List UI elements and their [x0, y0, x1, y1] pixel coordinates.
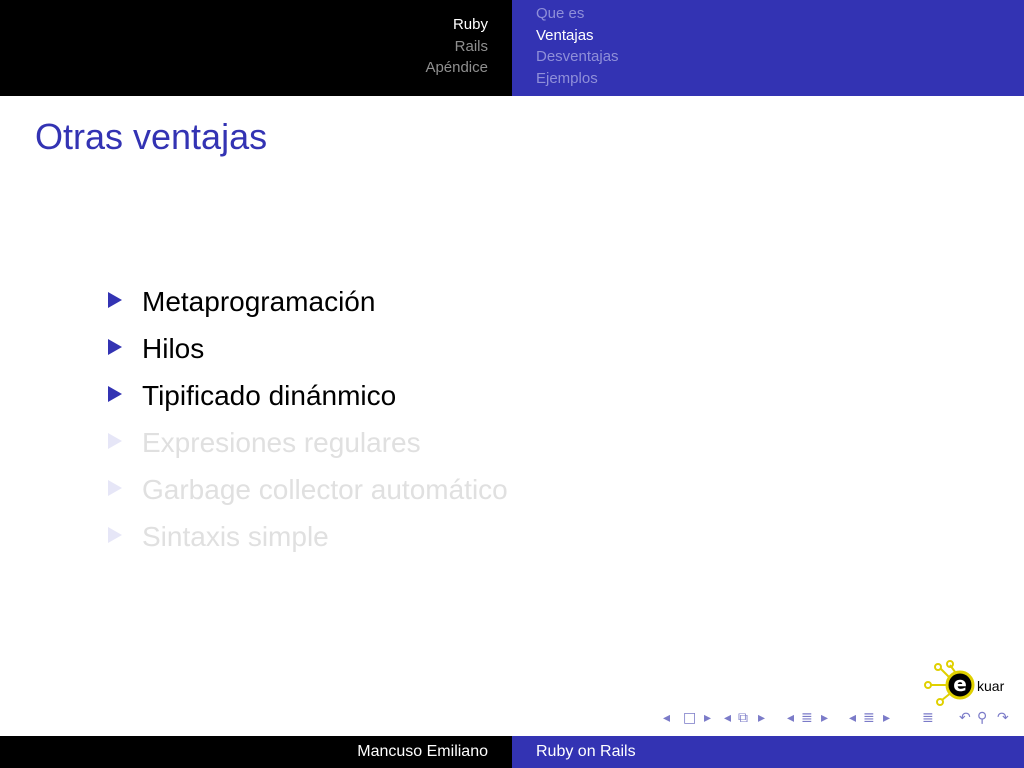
nav-first-frame-icon[interactable]: ◂ — [663, 710, 670, 726]
section-nav: Ruby Rails Apéndice — [0, 0, 512, 96]
subsection-ejemplos[interactable]: Ejemplos — [536, 68, 598, 89]
nav-prev-part-icon[interactable]: ◂ — [849, 710, 856, 726]
nav-next-subsection-icon[interactable]: ▸ — [758, 710, 765, 726]
footer-author: Mancuso Emiliano — [357, 743, 488, 760]
ekuar-logo: e kuar — [924, 660, 1005, 706]
nav-next-frame-icon[interactable]: ▸ — [704, 710, 711, 726]
nav-forward-icon[interactable]: ↷ — [997, 710, 1009, 726]
subsection-que-es[interactable]: Que es — [536, 3, 584, 24]
section-apendice[interactable]: Apéndice — [425, 57, 488, 78]
bullet-triangle-icon — [108, 339, 122, 355]
footer-author-box: Mancuso Emiliano — [0, 736, 512, 768]
list-item-text: Sintaxis simple — [142, 521, 329, 552]
logo-text: kuar — [977, 678, 1005, 694]
bullet-triangle-icon — [108, 386, 122, 402]
header-bar: Ruby Rails Apéndice Que es Ventajas Desv… — [0, 0, 1024, 96]
subsection-desventajas[interactable]: Desventajas — [536, 46, 619, 67]
footer-title: Ruby on Rails — [536, 743, 636, 760]
nav-back-icon[interactable]: ↶ — [959, 710, 971, 726]
nav-document-icon[interactable]: ≣ — [922, 710, 934, 726]
nav-part-icon[interactable]: ≣ — [863, 710, 875, 726]
section-ruby[interactable]: Ruby — [453, 14, 488, 35]
nav-prev-section-icon[interactable]: ◂ — [787, 710, 794, 726]
list-item-text: Tipificado dinánmico — [142, 380, 397, 411]
nav-frame-icon[interactable]: □ — [683, 710, 696, 726]
list-item-text: Garbage collector automático — [142, 474, 508, 505]
nav-prev-subsection-icon[interactable]: ◂ — [724, 710, 731, 726]
bullet-triangle-icon — [108, 480, 122, 496]
list-item-text: Metaprogramación — [142, 286, 376, 317]
subsection-ventajas[interactable]: Ventajas — [536, 25, 594, 46]
list-item-text: Hilos — [142, 333, 205, 364]
slide-title: Otras ventajas — [35, 116, 268, 157]
section-rails[interactable]: Rails — [455, 36, 488, 57]
bullet-triangle-icon — [108, 433, 122, 449]
nav-search-icon[interactable]: ⚲ — [977, 710, 987, 726]
list-item-text: Expresiones regulares — [142, 427, 421, 458]
nav-section-icon[interactable]: ≣ — [801, 710, 813, 726]
subsection-nav: Que es Ventajas Desventajas Ejemplos — [512, 0, 1024, 96]
logo-letter: e — [953, 672, 967, 696]
bullet-triangle-icon — [108, 292, 122, 308]
footer-bar: Mancuso Emiliano Ruby on Rails — [0, 736, 1024, 768]
footer-title-box: Ruby on Rails — [512, 736, 1024, 768]
beamer-navigation: ◂ □ ▸ ◂ ⧉ ▸ ◂ ≣ ▸ ◂ ≣ ▸ ≣ ↶ ⚲ ↷ — [663, 710, 1018, 730]
nav-next-part-icon[interactable]: ▸ — [883, 710, 890, 726]
bullet-triangle-icon — [108, 527, 122, 543]
nav-subsection-icon[interactable]: ⧉ — [738, 710, 748, 726]
nav-next-section-icon[interactable]: ▸ — [821, 710, 828, 726]
